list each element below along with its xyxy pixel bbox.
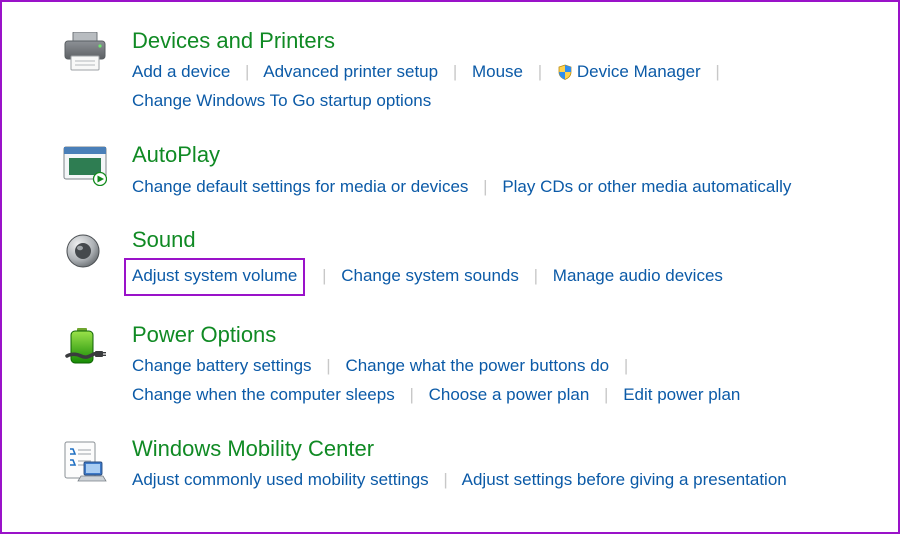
link-change-system-sounds[interactable]: Change system sounds	[341, 266, 519, 285]
heading-mobility-center[interactable]: Windows Mobility Center	[132, 436, 868, 462]
links-power-options: Change battery settings | Change what th…	[132, 352, 868, 410]
section-power-options: Power Options Change battery settings | …	[60, 322, 868, 410]
links-mobility-center: Adjust commonly used mobility settings |…	[132, 466, 868, 495]
link-manage-audio-devices[interactable]: Manage audio devices	[553, 266, 723, 285]
section-devices-and-printers: Devices and Printers Add a device | Adva…	[60, 28, 868, 116]
links-sound: Adjust system volume | Change system sou…	[132, 258, 868, 296]
mobility-icon	[60, 436, 110, 482]
link-advanced-printer-setup[interactable]: Advanced printer setup	[263, 62, 438, 81]
speaker-icon	[60, 227, 110, 271]
link-adjust-mobility-settings[interactable]: Adjust commonly used mobility settings	[132, 470, 429, 489]
link-device-manager[interactable]: Device Manager	[557, 62, 706, 81]
link-change-default-media[interactable]: Change default settings for media or dev…	[132, 177, 468, 196]
shield-icon	[557, 64, 573, 80]
link-edit-power-plan[interactable]: Edit power plan	[623, 385, 740, 404]
link-choose-power-plan[interactable]: Choose a power plan	[429, 385, 590, 404]
section-autoplay: AutoPlay Change default settings for med…	[60, 142, 868, 201]
heading-power-options[interactable]: Power Options	[132, 322, 868, 348]
link-mouse[interactable]: Mouse	[472, 62, 523, 81]
link-add-a-device[interactable]: Add a device	[132, 62, 230, 81]
highlight-adjust-system-volume: Adjust system volume	[124, 258, 305, 296]
link-power-buttons[interactable]: Change what the power buttons do	[345, 356, 609, 375]
control-panel-page: Devices and Printers Add a device | Adva…	[0, 0, 900, 534]
printer-icon	[60, 28, 110, 72]
link-change-windows-to-go[interactable]: Change Windows To Go startup options	[132, 91, 431, 110]
section-sound: Sound Adjust system volume | Change syst…	[60, 227, 868, 295]
section-mobility-center: Windows Mobility Center Adjust commonly …	[60, 436, 868, 495]
link-change-battery-settings[interactable]: Change battery settings	[132, 356, 312, 375]
heading-sound[interactable]: Sound	[132, 227, 868, 253]
link-play-cds-auto[interactable]: Play CDs or other media automatically	[502, 177, 791, 196]
link-presentation-settings[interactable]: Adjust settings before giving a presenta…	[462, 470, 787, 489]
links-devices-and-printers: Add a device | Advanced printer setup | …	[132, 58, 868, 116]
heading-autoplay[interactable]: AutoPlay	[132, 142, 868, 168]
link-computer-sleeps[interactable]: Change when the computer sleeps	[132, 385, 395, 404]
heading-devices-and-printers[interactable]: Devices and Printers	[132, 28, 868, 54]
links-autoplay: Change default settings for media or dev…	[132, 173, 868, 202]
autoplay-icon	[60, 142, 110, 186]
link-adjust-system-volume[interactable]: Adjust system volume	[132, 266, 297, 285]
battery-icon	[60, 322, 110, 370]
